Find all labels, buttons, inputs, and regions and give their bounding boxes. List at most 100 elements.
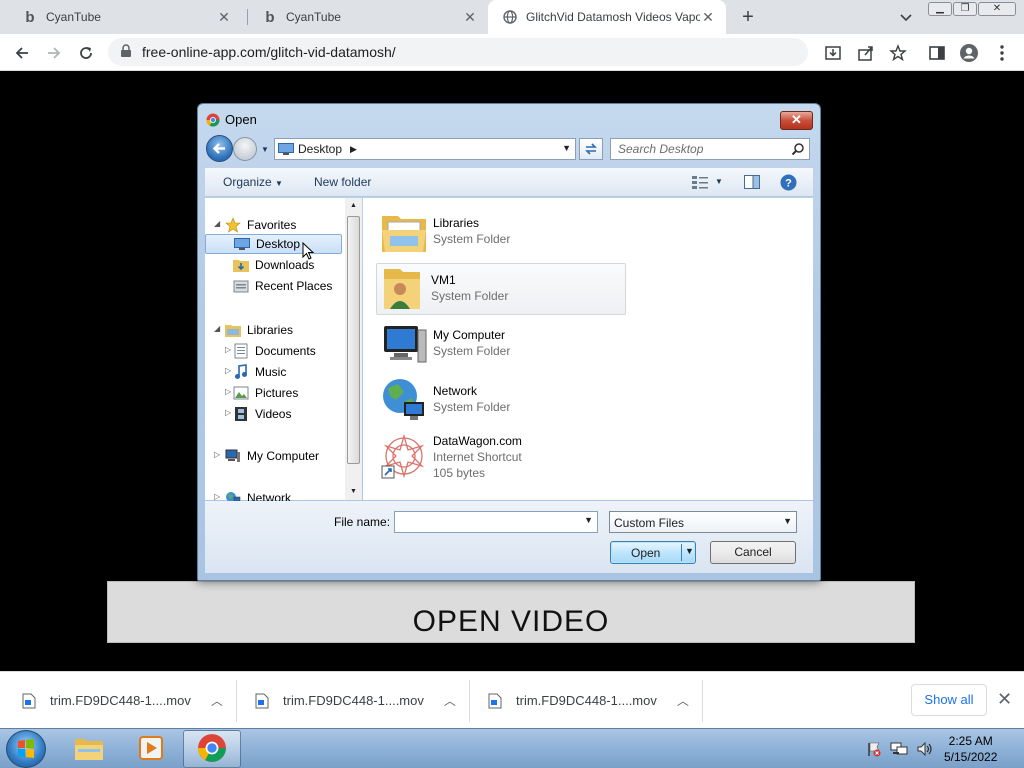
open-options-chevron-icon[interactable]: ▼ bbox=[685, 546, 694, 556]
nav-my-computer[interactable]: My Computer bbox=[225, 446, 319, 466]
close-window-button[interactable]: ✕ bbox=[978, 2, 1016, 16]
path-chevron-icon[interactable]: ▶ bbox=[350, 144, 357, 155]
path-location[interactable]: Desktop bbox=[298, 142, 342, 156]
close-tab-icon[interactable]: ✕ bbox=[216, 9, 232, 25]
dialog-back-button[interactable] bbox=[206, 135, 233, 162]
dialog-title: Open bbox=[225, 112, 257, 127]
file-name: Network bbox=[433, 384, 478, 398]
file-name-dropdown-icon[interactable]: ▼ bbox=[584, 515, 593, 525]
nav-recent-places[interactable]: Recent Places bbox=[233, 276, 332, 296]
cancel-button[interactable]: Cancel bbox=[710, 541, 796, 564]
tab-title: CyanTube bbox=[286, 10, 341, 24]
minimize-window-button[interactable]: ▁ bbox=[928, 2, 952, 16]
recent-locations-chevron-icon[interactable]: ▼ bbox=[261, 145, 269, 154]
file-item-vm1[interactable]: VM1 System Folder bbox=[376, 263, 626, 315]
download-item[interactable]: trim.FD9DC448-1....mov ︿ bbox=[255, 672, 456, 729]
network-status-icon[interactable] bbox=[890, 741, 908, 760]
download-filename: trim.FD9DC448-1....mov bbox=[516, 693, 657, 708]
expand-documents-icon[interactable]: ▷ bbox=[225, 345, 231, 354]
scroll-up-icon[interactable]: ▲ bbox=[350, 202, 357, 209]
change-view-icon[interactable] bbox=[692, 175, 708, 192]
expand-music-icon[interactable]: ▷ bbox=[225, 366, 231, 375]
file-item-network[interactable]: Network System Folder bbox=[379, 375, 629, 427]
organize-menu-button[interactable]: Organize ▼ bbox=[223, 175, 283, 189]
file-item-libraries[interactable]: Libraries System Folder bbox=[379, 207, 629, 259]
download-options-chevron-icon[interactable]: ︿ bbox=[677, 692, 689, 709]
new-folder-button[interactable]: New folder bbox=[314, 175, 371, 189]
dialog-forward-button[interactable] bbox=[233, 137, 257, 161]
navigation-scrollbar[interactable]: ▲ ▼ bbox=[345, 198, 362, 500]
close-tab-icon[interactable]: ✕ bbox=[462, 9, 478, 25]
open-button[interactable]: Open ▼ bbox=[610, 541, 696, 564]
tab-cyantube-1[interactable]: b CyanTube ✕ bbox=[8, 0, 242, 34]
file-name-input[interactable]: ▼ bbox=[394, 511, 598, 533]
system-clock[interactable]: 2:25 AM 5/15/2022 bbox=[944, 733, 997, 765]
back-arrow-icon[interactable] bbox=[9, 40, 35, 66]
bookmark-star-icon[interactable] bbox=[887, 42, 909, 64]
nav-videos[interactable]: Videos bbox=[233, 404, 291, 424]
expand-my-computer-icon[interactable]: ▷ bbox=[214, 450, 220, 459]
file-item-my-computer[interactable]: My Computer System Folder bbox=[379, 319, 629, 371]
forward-arrow-icon[interactable] bbox=[41, 40, 67, 66]
documents-icon bbox=[233, 343, 249, 359]
scrollbar-thumb[interactable] bbox=[347, 216, 360, 464]
action-center-flag-icon[interactable] bbox=[866, 741, 882, 760]
more-menu-icon[interactable] bbox=[991, 42, 1013, 64]
close-downloads-bar-icon[interactable]: ✕ bbox=[997, 689, 1012, 710]
nav-label: Libraries bbox=[247, 323, 294, 337]
dialog-close-button[interactable]: ✕ bbox=[780, 111, 813, 130]
download-item[interactable]: trim.FD9DC448-1....mov ︿ bbox=[488, 672, 689, 729]
nav-music[interactable]: Music bbox=[233, 362, 286, 382]
start-button[interactable] bbox=[6, 730, 46, 768]
volume-icon[interactable] bbox=[916, 741, 934, 760]
taskbar-media-player[interactable] bbox=[122, 730, 180, 768]
share-icon[interactable] bbox=[855, 42, 877, 64]
nav-label: Music bbox=[255, 365, 287, 379]
search-icon[interactable] bbox=[791, 142, 805, 159]
profile-avatar-icon[interactable] bbox=[958, 42, 980, 64]
taskbar-chrome[interactable] bbox=[183, 730, 241, 768]
nav-desktop[interactable]: Desktop bbox=[205, 234, 342, 254]
open-button-label: Open bbox=[631, 546, 661, 560]
tab-search-chevron-icon[interactable] bbox=[896, 7, 916, 27]
new-tab-button[interactable]: + bbox=[736, 5, 760, 29]
tab-title: CyanTube bbox=[46, 10, 101, 24]
scroll-down-icon[interactable]: ▼ bbox=[350, 488, 357, 495]
expand-pictures-icon[interactable]: ▷ bbox=[225, 387, 231, 396]
download-options-chevron-icon[interactable]: ︿ bbox=[211, 692, 223, 709]
nav-favorites[interactable]: Favorites bbox=[225, 215, 296, 235]
close-tab-icon[interactable]: ✕ bbox=[700, 9, 716, 25]
side-panel-icon[interactable] bbox=[926, 42, 948, 64]
download-item[interactable]: trim.FD9DC448-1....mov ︿ bbox=[22, 672, 223, 729]
download-options-chevron-icon[interactable]: ︿ bbox=[444, 692, 456, 709]
mouse-cursor-icon bbox=[302, 241, 315, 264]
preview-pane-icon[interactable] bbox=[744, 175, 760, 192]
expand-videos-icon[interactable]: ▷ bbox=[225, 408, 231, 417]
tab-glitchvid[interactable]: GlitchVid Datamosh Videos Vapo ✕ bbox=[488, 0, 726, 34]
download-separator bbox=[702, 680, 703, 722]
computer-icon bbox=[225, 448, 241, 464]
dialog-search-input[interactable]: Search Desktop bbox=[610, 138, 810, 160]
open-video-button[interactable]: OPEN VIDEO bbox=[107, 581, 915, 643]
reload-icon[interactable] bbox=[73, 40, 99, 66]
file-item-datawagon[interactable]: DataWagon.com Internet Shortcut 105 byte… bbox=[379, 431, 629, 491]
download-separator bbox=[469, 680, 470, 722]
taskbar-explorer[interactable] bbox=[60, 730, 118, 768]
path-dropdown-icon[interactable]: ▼ bbox=[562, 143, 571, 153]
nav-pictures[interactable]: Pictures bbox=[233, 383, 298, 403]
install-app-icon[interactable] bbox=[822, 42, 844, 64]
show-all-downloads-button[interactable]: Show all bbox=[911, 684, 987, 716]
restore-window-button[interactable]: ❐ bbox=[953, 2, 977, 16]
view-options-chevron-icon[interactable]: ▼ bbox=[715, 177, 723, 186]
help-icon[interactable]: ? bbox=[780, 174, 797, 194]
tab-cyantube-2[interactable]: b CyanTube ✕ bbox=[248, 0, 488, 34]
dialog-refresh-icon[interactable] bbox=[579, 138, 603, 160]
nav-libraries[interactable]: Libraries bbox=[225, 320, 293, 340]
expand-network-icon[interactable]: ▷ bbox=[214, 492, 220, 501]
nav-documents[interactable]: Documents bbox=[233, 341, 316, 361]
collapse-favorites-icon[interactable]: ◢ bbox=[214, 219, 220, 228]
dialog-address-bar[interactable]: Desktop ▶ ▼ bbox=[274, 138, 576, 160]
address-bar[interactable]: free-online-app.com/glitch-vid-datamosh/ bbox=[108, 38, 808, 66]
collapse-libraries-icon[interactable]: ◢ bbox=[214, 324, 220, 333]
file-type-filter-select[interactable]: Custom Files ▼ bbox=[609, 511, 797, 533]
